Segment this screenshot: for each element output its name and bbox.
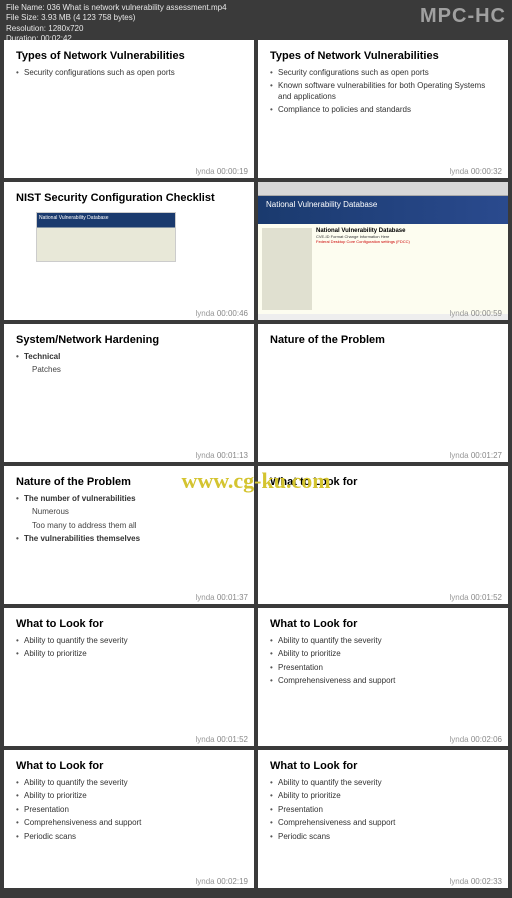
nist-screenshot-thumb: National Vulnerability Database bbox=[36, 212, 176, 262]
file-info-block: File Name: 036 What is network vulnerabi… bbox=[6, 3, 227, 37]
slide-timestamp: lynda 00:01:52 bbox=[196, 735, 249, 744]
bullet-item: Comprehensiveness and support bbox=[16, 818, 242, 828]
bullet-item: Ability to quantify the severity bbox=[16, 636, 242, 646]
thumbnail-slide[interactable]: What to Look for Ability to quantify the … bbox=[4, 608, 254, 746]
slide-timestamp: lynda 00:00:32 bbox=[450, 167, 503, 176]
slide-title: System/Network Hardening bbox=[16, 334, 242, 346]
slide-timestamp: lynda 00:01:27 bbox=[450, 451, 503, 460]
slide-title: Nature of the Problem bbox=[270, 334, 496, 346]
slide-timestamp: lynda 00:02:33 bbox=[450, 877, 503, 886]
slide-title: Types of Network Vulnerabilities bbox=[16, 50, 242, 62]
thumbnail-slide[interactable]: Types of Network Vulnerabilities Security… bbox=[4, 40, 254, 178]
bullet-item: Too many to address them all bbox=[16, 521, 242, 531]
slide-timestamp: lynda 00:02:19 bbox=[196, 877, 249, 886]
bullet-list: Security configurations such as open por… bbox=[16, 68, 242, 78]
bullet-item: Periodic scans bbox=[16, 832, 242, 842]
slide-title: NIST Security Configuration Checklist bbox=[16, 192, 242, 204]
thumbnail-slide[interactable]: NIST Security Configuration Checklist Nat… bbox=[4, 182, 254, 320]
bullet-item: Patches bbox=[16, 365, 242, 375]
nvd-banner: National Vulnerability Database bbox=[258, 196, 508, 224]
slide-title: Nature of the Problem bbox=[16, 476, 242, 488]
slide-timestamp: lynda 00:01:13 bbox=[196, 451, 249, 460]
bullet-list: The number of vulnerabilities Numerous Too… bbox=[16, 494, 242, 545]
bullet-item: Comprehensiveness and support bbox=[270, 676, 496, 686]
thumbnail-slide[interactable]: Types of Network Vulnerabilities Security… bbox=[258, 40, 508, 178]
thumbnail-slide[interactable]: What to Look for Ability to quantify the … bbox=[4, 750, 254, 888]
bullet-list: Ability to quantify the severity Ability … bbox=[16, 778, 242, 842]
slide-title: What to Look for bbox=[16, 618, 242, 630]
slide-title: What to Look for bbox=[270, 618, 496, 630]
bullet-item: Security configurations such as open por… bbox=[16, 68, 242, 78]
app-name-label: MPC-HC bbox=[420, 3, 506, 37]
slide-timestamp: lynda 00:02:06 bbox=[450, 735, 503, 744]
thumbnail-slide[interactable]: System/Network Hardening Technical Patches… bbox=[4, 324, 254, 462]
bullet-item: Ability to quantify the severity bbox=[16, 778, 242, 788]
bullet-item: Technical bbox=[16, 352, 242, 362]
bullet-item: Numerous bbox=[16, 507, 242, 517]
thumbnail-slide[interactable]: What to Look for lynda 00:01:52 bbox=[258, 466, 508, 604]
slide-title: Types of Network Vulnerabilities bbox=[270, 50, 496, 62]
slide-timestamp: lynda 00:01:37 bbox=[196, 593, 249, 602]
nvd-page-content: National Vulnerability DatabaseCVE-ID Fo… bbox=[258, 224, 508, 314]
slide-timestamp: lynda 00:00:59 bbox=[450, 309, 503, 318]
bullet-item: Presentation bbox=[270, 805, 496, 815]
bullet-item: Ability to prioritize bbox=[270, 649, 496, 659]
thumbnail-slide[interactable]: Nature of the Problem lynda 00:01:27 bbox=[258, 324, 508, 462]
bullet-item: Presentation bbox=[16, 805, 242, 815]
slide-timestamp: lynda 00:00:46 bbox=[196, 309, 249, 318]
bullet-item: Ability to prioritize bbox=[270, 791, 496, 801]
slide-timestamp: lynda 00:00:19 bbox=[196, 167, 249, 176]
bullet-item: The vulnerabilities themselves bbox=[16, 534, 242, 544]
bullet-item: Ability to quantify the severity bbox=[270, 636, 496, 646]
thumbnail-slide[interactable]: Nature of the Problem The number of vulne… bbox=[4, 466, 254, 604]
thumbnail-grid: Types of Network Vulnerabilities Security… bbox=[4, 40, 508, 888]
bullet-item: Periodic scans bbox=[270, 832, 496, 842]
video-info-header: File Name: 036 What is network vulnerabi… bbox=[0, 0, 512, 40]
bullet-item: Comprehensiveness and support bbox=[270, 818, 496, 828]
bullet-list: Ability to quantify the severity Ability … bbox=[270, 778, 496, 842]
bullet-list: Ability to quantify the severity Ability … bbox=[270, 636, 496, 687]
slide-timestamp: lynda 00:01:52 bbox=[450, 593, 503, 602]
bullet-item: Known software vulnerabilities for both … bbox=[270, 81, 496, 102]
bullet-item: Security configurations such as open por… bbox=[270, 68, 496, 78]
slide-title: What to Look for bbox=[270, 476, 496, 488]
bullet-list: Security configurations such as open por… bbox=[270, 68, 496, 116]
bullet-item: Ability to prioritize bbox=[16, 649, 242, 659]
bullet-item: Ability to prioritize bbox=[16, 791, 242, 801]
slide-title: What to Look for bbox=[270, 760, 496, 772]
browser-chrome bbox=[258, 182, 508, 196]
thumbnail-slide[interactable]: National Vulnerability DatabaseNational … bbox=[258, 182, 508, 320]
bullet-list: Technical Patches bbox=[16, 352, 242, 376]
slide-title: What to Look for bbox=[16, 760, 242, 772]
thumbnail-slide[interactable]: What to Look for Ability to quantify the … bbox=[258, 750, 508, 888]
thumbnail-slide[interactable]: What to Look for Ability to quantify the … bbox=[258, 608, 508, 746]
bullet-list: Ability to quantify the severity Ability … bbox=[16, 636, 242, 660]
bullet-item: The number of vulnerabilities bbox=[16, 494, 242, 504]
bullet-item: Presentation bbox=[270, 663, 496, 673]
bullet-item: Ability to quantify the severity bbox=[270, 778, 496, 788]
bullet-item: Compliance to policies and standards bbox=[270, 105, 496, 115]
